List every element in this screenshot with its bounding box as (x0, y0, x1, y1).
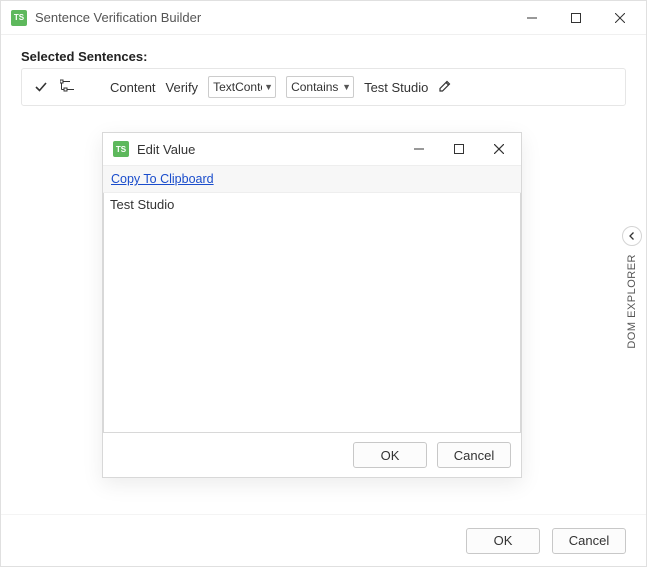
dialog-body (103, 193, 521, 433)
window-title: Sentence Verification Builder (35, 10, 510, 25)
dialog-ok-button[interactable]: OK (353, 442, 427, 468)
value-textarea[interactable] (103, 193, 521, 433)
edit-value-dialog: TS Edit Value Copy To Clipboard OK Cance… (102, 132, 522, 478)
dom-explorer-toggle[interactable] (622, 226, 642, 246)
caret-down-icon: ▼ (342, 82, 351, 92)
dialog-close-button[interactable] (479, 135, 519, 163)
check-icon[interactable] (32, 81, 50, 93)
dialog-titlebar: TS Edit Value (103, 133, 521, 165)
minimize-button[interactable] (510, 3, 554, 33)
value-text: Test Studio (364, 80, 428, 95)
ok-button[interactable]: OK (466, 528, 540, 554)
maximize-button[interactable] (554, 3, 598, 33)
sentence-row: Content Verify TextContent ▼ Contains ▼ … (21, 68, 626, 106)
edit-value-button[interactable] (438, 79, 452, 96)
dialog-cancel-button[interactable]: Cancel (437, 442, 511, 468)
property-select-value: TextContent (213, 80, 262, 94)
cancel-button[interactable]: Cancel (552, 528, 626, 554)
caret-down-icon: ▼ (264, 82, 273, 92)
copy-to-clipboard-link[interactable]: Copy To Clipboard (111, 172, 214, 186)
dialog-title: Edit Value (137, 142, 399, 157)
dialog-footer: OK Cancel (103, 433, 521, 477)
dom-explorer-label[interactable]: DOM EXPLORER (626, 254, 638, 349)
content-label: Content (110, 80, 156, 95)
dialog-maximize-button[interactable] (439, 135, 479, 163)
selected-sentences-label: Selected Sentences: (21, 49, 626, 64)
close-button[interactable] (598, 3, 642, 33)
property-select[interactable]: TextContent ▼ (208, 76, 276, 98)
tree-icon[interactable] (60, 79, 76, 96)
dialog-minimize-button[interactable] (399, 135, 439, 163)
dom-explorer-tab: DOM EXPLORER (622, 226, 642, 349)
verify-label: Verify (166, 80, 199, 95)
dialog-toolbar: Copy To Clipboard (103, 165, 521, 193)
app-icon: TS (11, 10, 27, 26)
operator-select-value: Contains (291, 80, 340, 94)
window-controls (510, 3, 642, 33)
window-titlebar: TS Sentence Verification Builder (1, 1, 646, 35)
window-footer: OK Cancel (1, 514, 646, 566)
operator-select[interactable]: Contains ▼ (286, 76, 354, 98)
app-icon: TS (113, 141, 129, 157)
